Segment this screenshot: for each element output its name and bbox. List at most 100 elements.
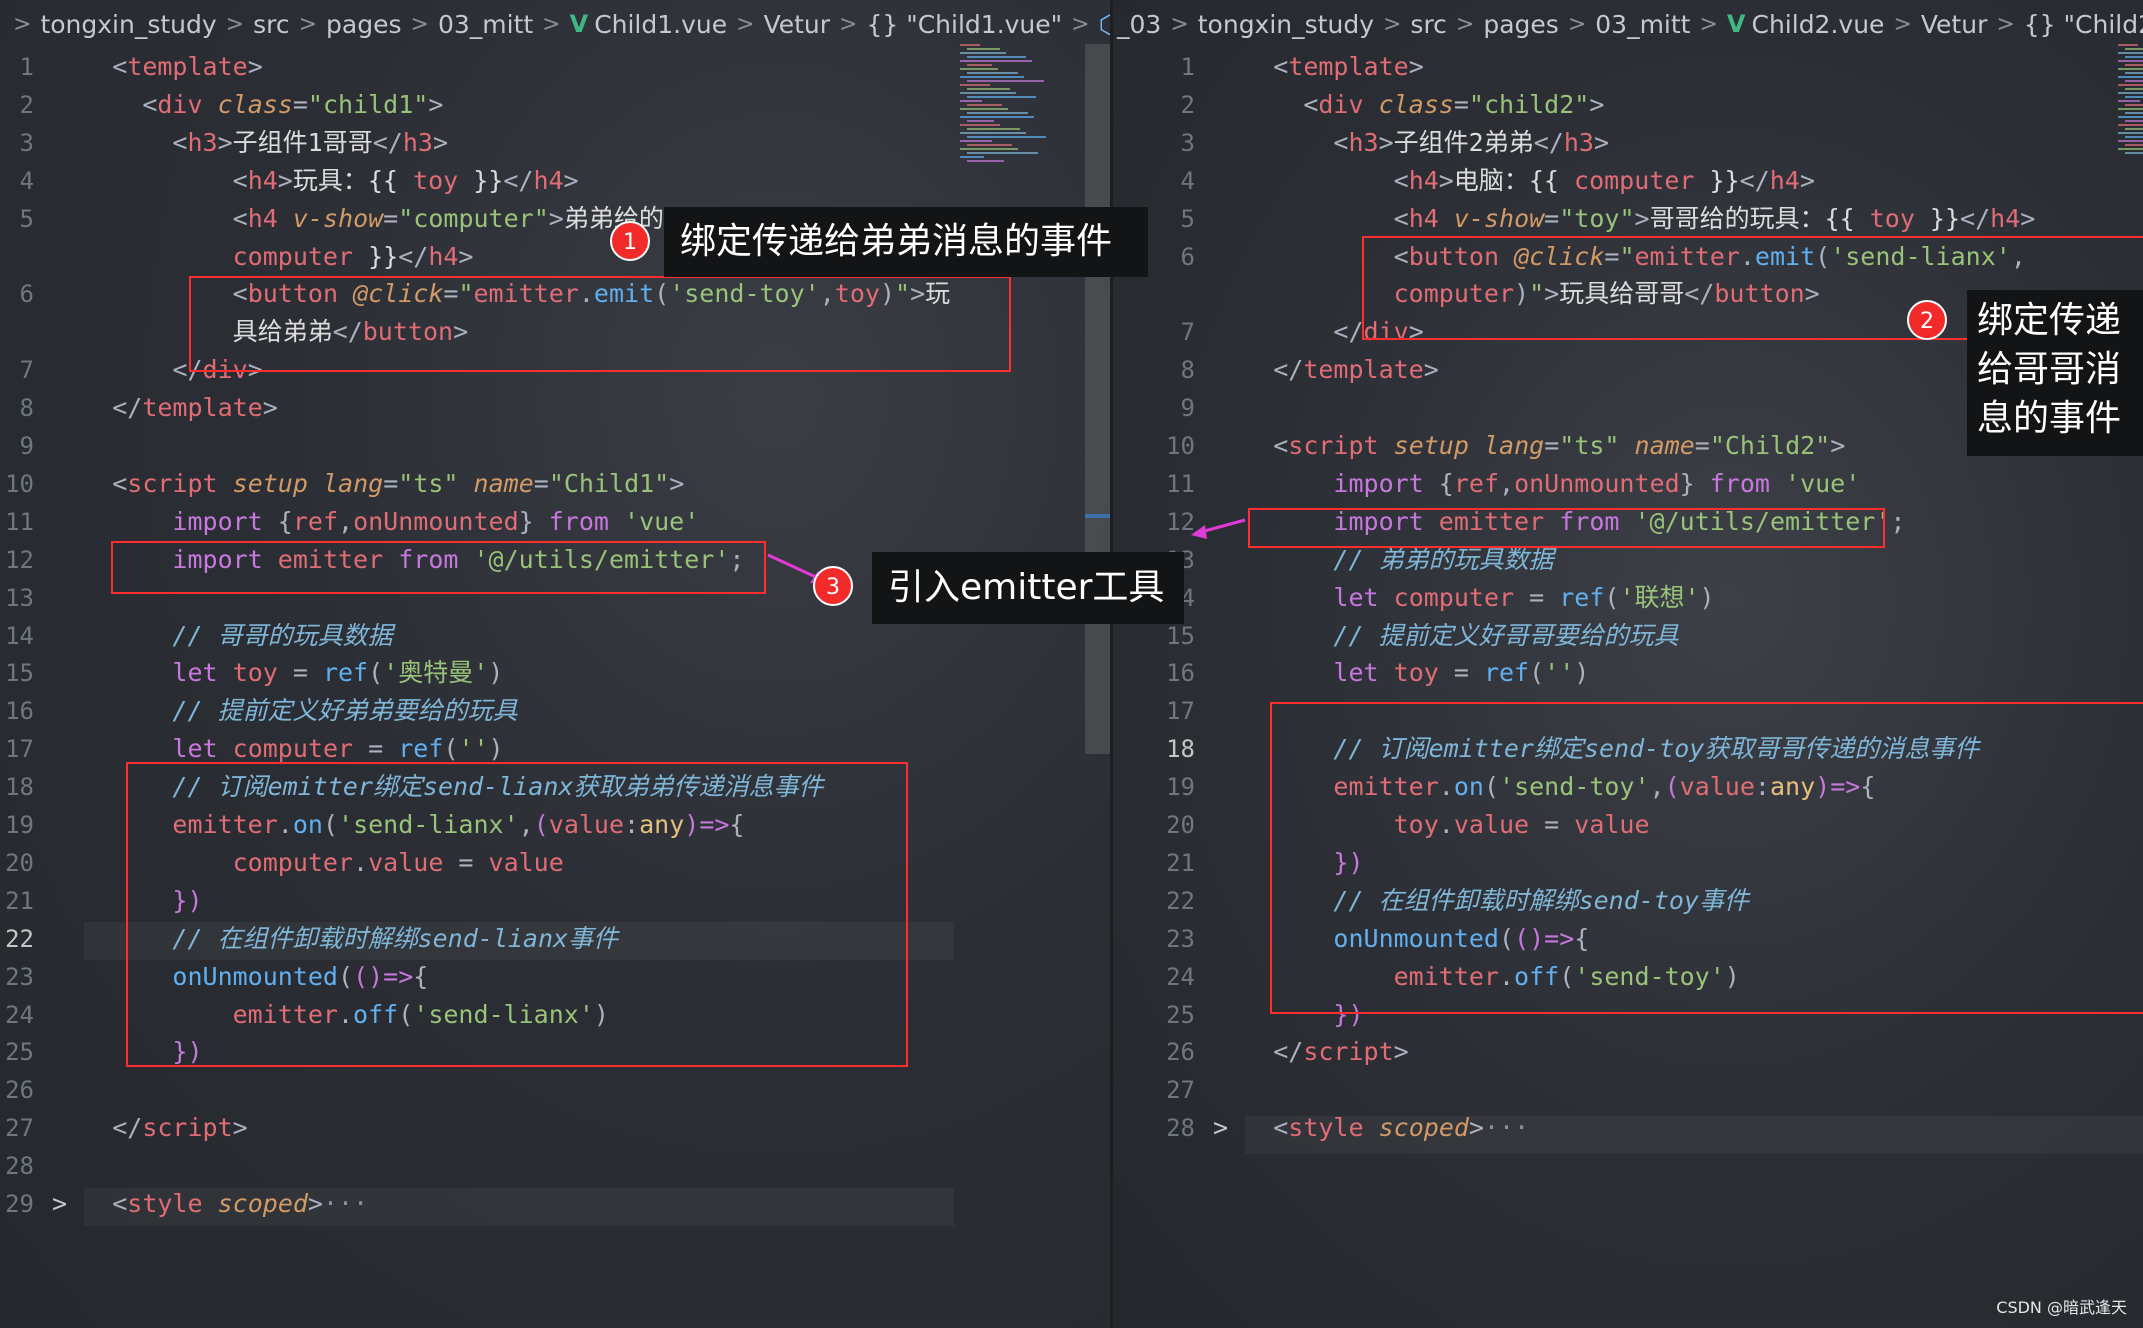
code-token: > [262,393,278,423]
code-token: < [1273,1113,1289,1143]
breadcrumb-item[interactable]: src [253,10,290,39]
code-token: script [1303,1037,1394,1067]
minimap-line [2118,52,2143,54]
code-line[interactable]: 27 </script> [0,1109,1110,1147]
code-line[interactable]: 15 let toy = ref('奥特曼') [0,654,1110,692]
minimap-line [2118,148,2143,150]
code-token: </ [372,127,403,157]
minimap-line [2118,60,2143,62]
code-token: , [1499,468,1515,498]
code-line[interactable]: 2 <div class="child2"> [1113,86,2143,124]
code-text: <template> [1213,48,1424,86]
code-token: </ [1333,317,1364,347]
code-token: > [1830,431,1846,460]
code-line[interactable]: 28 > <style scoped>··· [1113,1109,2143,1147]
code-line[interactable]: 4 <h4>电脑：{{ computer }}</h4> [1113,162,2143,200]
code-line[interactable]: 4 <h4>玩具：{{ toy }}</h4> [0,162,1110,200]
code-line[interactable]: 16 let toy = ref('') [1113,654,2143,692]
code-line[interactable]: 5 <h4 v-show="toy">哥哥给的玩具：{{ toy }}</h4> [1113,200,2143,238]
breadcrumb-item[interactable]: {} "Child1.vue" [866,10,1062,39]
editor-pane-right[interactable]: _03 > tongxin_study > src > pages >03_mitt > V Chi… [1113,0,2143,1328]
breadcrumb-item[interactable]: _03 [1117,10,1161,39]
code-line[interactable]: 3 <h3>子组件2弟弟</h3> [1113,124,2143,162]
line-number: 6 [19,280,34,309]
breadcrumb-item[interactable]: 03_mitt [1595,10,1690,39]
minimap[interactable] [2118,44,2143,184]
breadcrumb-item[interactable]: Child1.vue [594,10,727,39]
code-line[interactable]: 29 > <style scoped>··· [0,1185,1110,1223]
code-line[interactable]: 1 <template> [0,48,1110,86]
code-token: ) [488,734,504,764]
breadcrumb-item[interactable]: pages [1483,10,1558,39]
code-token: </ [1533,127,1564,157]
code-token: h3 [402,127,433,157]
code-line[interactable]: 28 [0,1147,1110,1185]
code-token: script [142,1113,233,1143]
vue-file-icon: V [1726,10,1746,38]
code-line[interactable]: 11 import {ref,onUnmounted} from 'vue' [0,503,1110,541]
minimap-line [2125,152,2143,154]
code-line[interactable]: 27 [1113,1071,2143,1109]
code-token: name [473,468,534,498]
code-token: ) [488,658,504,688]
code-token: ( [1604,582,1620,612]
line-number: 25 [5,1038,34,1067]
code-line[interactable]: 2 <div class="child1"> [0,86,1110,124]
line-number: 1 [19,53,34,81]
code-line[interactable]: 14 let computer = ref('联想') [1113,579,2143,617]
line-number: 24 [1166,962,1195,991]
code-token: = [383,468,399,498]
code-token: ) [1699,582,1715,612]
code-token: computer [232,734,354,764]
code-token: setup [1393,431,1469,460]
breadcrumb-item[interactable]: {} "Child2.vue" [2024,10,2143,39]
code-text: let toy = ref('奥特曼') [52,654,503,692]
breadcrumb-item[interactable]: src [1410,10,1447,39]
line-number: 6 [1180,242,1195,271]
breadcrumb-item[interactable]: Vetur [1921,10,1987,39]
code-token: let [172,658,218,688]
minimap-line [967,136,1046,138]
code-line[interactable]: 16 // 提前定义好弟弟要给的玩具 [0,692,1110,730]
breadcrumb-item[interactable]: 03_mitt [438,10,533,39]
breadcrumb-item[interactable]: Vetur [764,10,830,39]
code-line[interactable]: 11 import {ref,onUnmounted} from 'vue' [1113,465,2143,503]
line-number: 20 [5,848,34,877]
code-line[interactable]: 1 <template> [1113,48,2143,86]
line-number: 2 [1180,90,1195,119]
line-number: 29 [5,1190,34,1218]
code-token: > [1378,127,1394,157]
code-line[interactable]: 8 </template> [0,389,1110,427]
code-line[interactable]: 15 // 提前定义好哥哥要给的玩具 [1113,617,2143,655]
code-token: script [1288,431,1379,460]
code-line[interactable]: 26 </script> [1113,1033,2143,1071]
line-number: 11 [1166,469,1195,498]
code-token: let [1333,658,1379,688]
minimap-line [2125,96,2143,98]
scrollbar-thumb[interactable] [1085,44,1110,754]
breadcrumb-item[interactable]: tongxin_study [1198,10,1374,39]
breadcrumb-item[interactable]: tongxin_study [40,10,216,39]
minimap-line [2118,92,2143,94]
breadcrumb-item[interactable]: pages [326,10,401,39]
breadcrumb-item[interactable]: Child2.vue [1752,10,1885,39]
code-token: template [1288,52,1409,81]
editor-pane-left[interactable]: > tongxin_study > src > pages >03_mitt > V Child1… [0,0,1110,1328]
code-line[interactable]: 3 <h3>子组件1哥哥</h3> [0,124,1110,162]
line-number: 27 [1166,1076,1195,1105]
code-line[interactable]: 10 <script setup lang="ts" name="Child1"… [0,465,1110,503]
minimap[interactable] [960,44,1070,184]
line-number: 22 [1166,886,1195,915]
code-line[interactable]: 9 [0,427,1110,465]
line-number: 1 [1180,53,1195,81]
code-token: "toy" [1559,203,1635,233]
code-line[interactable]: 26 [0,1071,1110,1109]
code-token: import [172,506,263,536]
